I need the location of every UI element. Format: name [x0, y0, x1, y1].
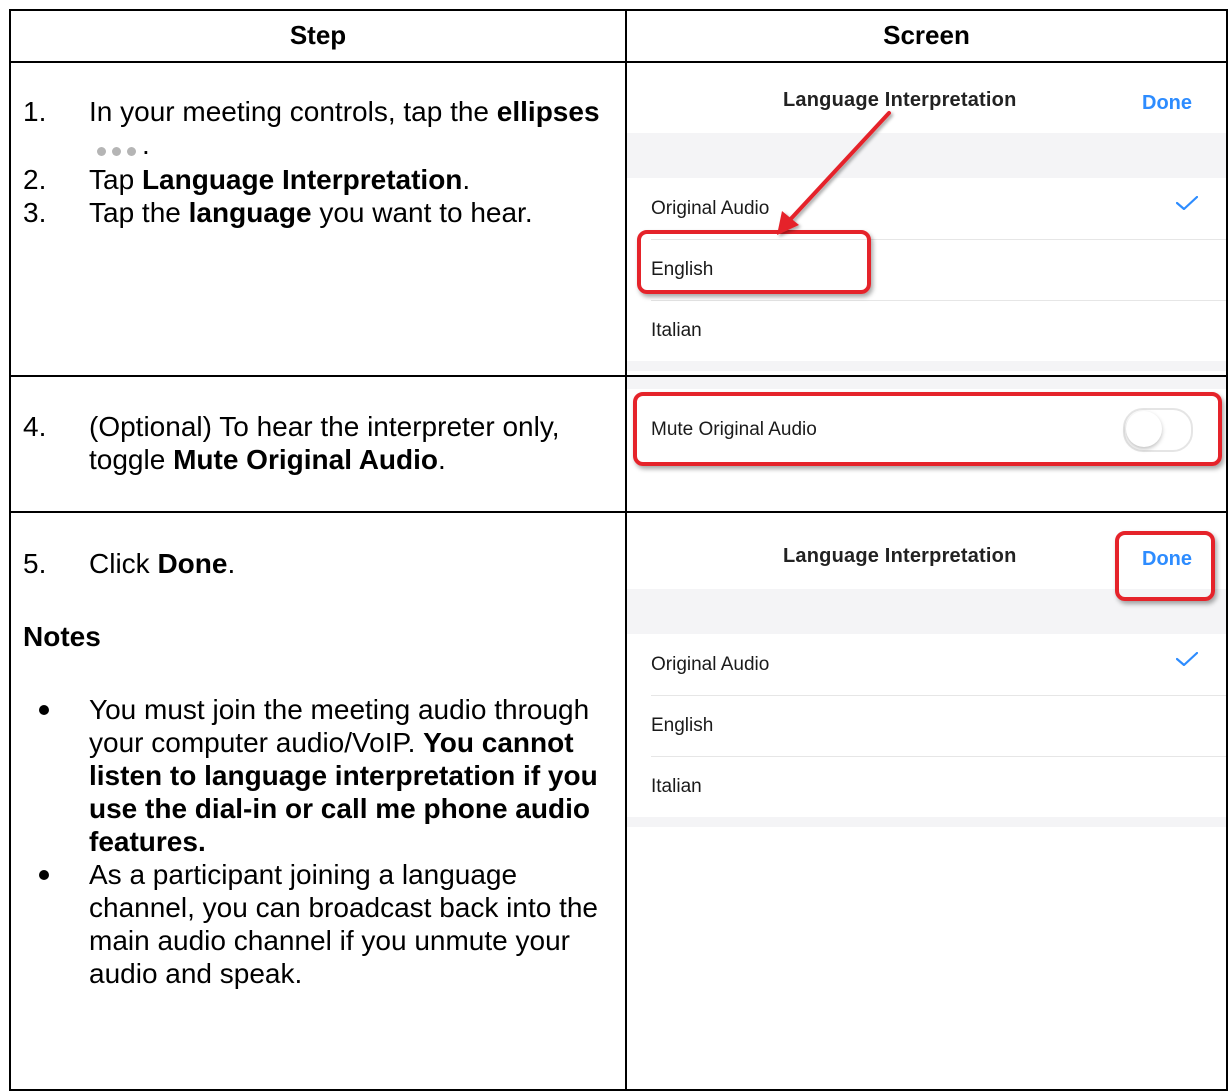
instruction-table: Step Screen 1. In your meeting controls,… — [9, 9, 1228, 1091]
note-item-2: As a participant joining a language chan… — [23, 858, 623, 990]
step-text: Tap the — [89, 197, 189, 229]
language-option-english[interactable]: English — [627, 695, 1226, 756]
step-text: In your meeting controls, tap the — [89, 96, 497, 127]
step-number: 1. — [23, 96, 47, 127]
step-item-4: 4. (Optional) To hear the interpreter on… — [23, 410, 623, 476]
red-arrow-icon — [777, 111, 891, 235]
step-text: Click — [89, 548, 158, 579]
step-text: . — [462, 164, 471, 196]
step-item-1: 1. In your meeting controls, tap the ell… — [23, 95, 623, 163]
steps-1-3: 1. In your meeting controls, tap the ell… — [23, 95, 623, 229]
option-label: English — [651, 715, 714, 736]
note-item-1: You must join the meeting audio through … — [23, 693, 623, 858]
header-step: Step — [289, 20, 347, 50]
highlight-mute-box — [633, 392, 1222, 466]
step-text: you want to hear. — [311, 197, 533, 229]
mute-original-audio-screen: Mute Original Audio — [627, 377, 1226, 503]
section-gap — [627, 377, 1226, 389]
step-4: 4. (Optional) To hear the interpreter on… — [23, 410, 623, 476]
language-option-italian[interactable]: Italian — [627, 756, 1226, 817]
step-bold: language — [188, 197, 312, 229]
option-label: Italian — [651, 776, 702, 797]
language-option-original-audio[interactable]: Original Audio — [627, 634, 1226, 695]
bullet-icon — [39, 705, 49, 715]
step-bold: ellipses — [496, 96, 600, 127]
checkmark-icon — [1176, 652, 1198, 666]
step-number: 4. — [23, 411, 47, 442]
option-label: Original Audio — [651, 654, 770, 675]
step-item-3: 3. Tap the language you want to hear. — [23, 196, 623, 229]
step-text: . — [438, 444, 446, 475]
step-number: 2. — [23, 164, 47, 196]
section-gap — [627, 473, 1226, 503]
step-number: 3. — [23, 197, 47, 229]
step-text: Tap — [89, 164, 142, 196]
ellipses-icon — [97, 130, 142, 163]
language-interpretation-done-screen: Language Interpretation Done Original Au… — [627, 519, 1226, 827]
table-border-top — [9, 9, 1228, 11]
header-screen: Screen — [883, 20, 970, 50]
step-number: 5. — [23, 548, 47, 579]
step-5-and-notes: 5. Click Done. Notes You must join the m… — [23, 547, 623, 990]
section-gap — [627, 817, 1226, 827]
step-text: . — [142, 129, 150, 160]
screen-title: Language Interpretation — [783, 545, 1017, 567]
highlight-done-box — [1115, 531, 1215, 601]
step-item-2: 2. Tap Language Interpretation. — [23, 163, 623, 196]
bullet-icon — [39, 870, 49, 880]
table-border-left — [9, 9, 11, 1091]
step-bold: Done — [157, 548, 228, 579]
step-text: . — [227, 548, 236, 579]
step-bold: Language Interpretation — [141, 164, 463, 196]
notes-heading: Notes — [23, 621, 101, 652]
step-bold: Mute Original Audio — [173, 444, 439, 475]
table-border-bottom — [9, 1089, 1228, 1091]
note-text: As a participant joining a language chan… — [89, 859, 599, 989]
row-divider — [9, 511, 1228, 513]
step-item-5: 5. Click Done. — [23, 547, 623, 580]
